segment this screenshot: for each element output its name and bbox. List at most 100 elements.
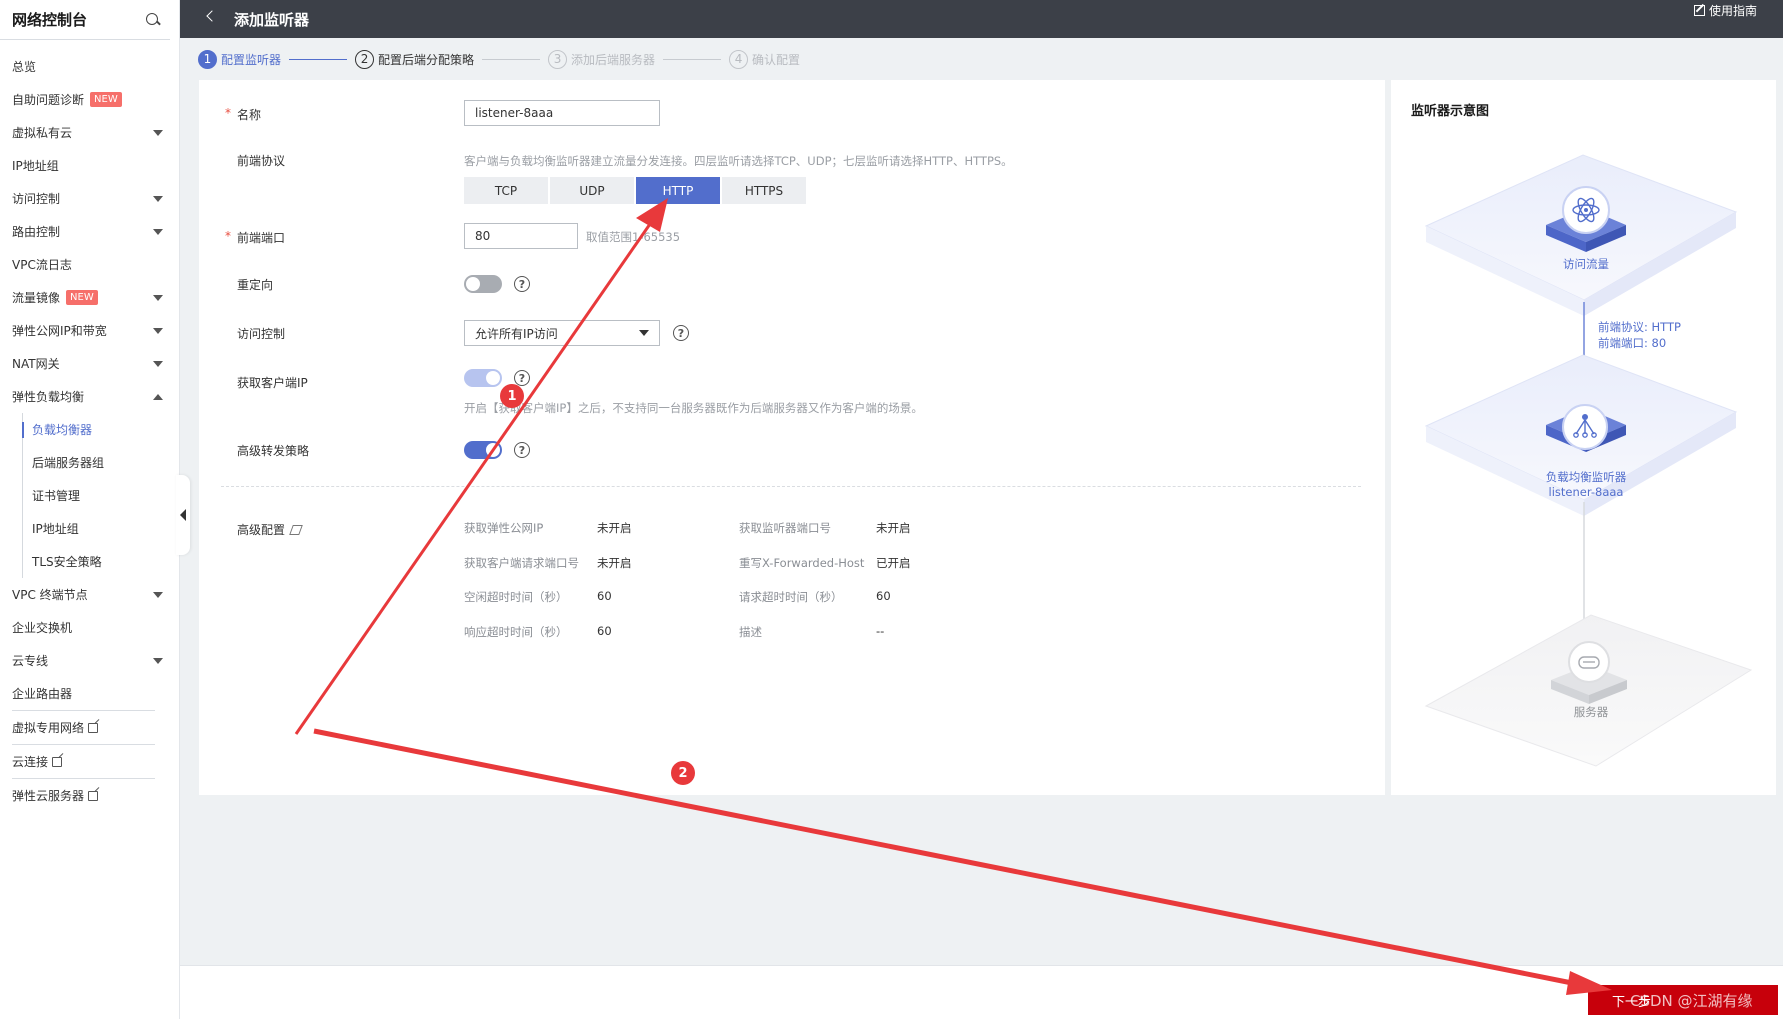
advanced-config-value: 60 [597,589,612,603]
watermark: CSDN @江湖有缘 [1630,992,1753,1010]
chevron-up-icon [153,393,163,400]
sidebar-item-label: 弹性云服务器 [12,789,85,803]
advanced-config-key: 请求超时时间（秒） [739,590,843,604]
access-control-select[interactable]: 允许所有IP访问 [464,320,660,346]
sidebar-item-8[interactable]: 弹性公网IP和带宽 [0,314,179,347]
sidebar-item-4[interactable]: 访问控制 [0,182,179,215]
sidebar-external-link-0[interactable]: 虚拟专用网络 [0,711,179,744]
advanced-config-key: 空闲超时时间（秒） [464,590,568,604]
protocol-tcp-button[interactable]: TCP [464,177,548,204]
sidebar-item-label-wrap: 企业路由器 [12,685,72,702]
sidebar-item-label: 弹性公网IP和带宽 [12,324,107,338]
sidebar-item-label: IP地址组 [12,159,59,173]
search-icon[interactable] [146,12,160,27]
sidebar-subitem-0[interactable]: 负载均衡器 [23,413,179,446]
sidebar-item-label-wrap: VPC流日志 [12,256,72,273]
sidebar-item-6[interactable]: VPC流日志 [0,248,179,281]
guide-link[interactable]: 使用指南 [1693,2,1757,19]
sidebar-item-after-3[interactable]: 企业路由器 [0,677,179,710]
sidebar-item-7[interactable]: 流量镜像 NEW [0,281,179,314]
sidebar-item-label: 弹性负载均衡 [12,390,85,404]
step-label: 配置后端分配策略 [378,52,475,67]
help-icon[interactable]: ? [514,442,530,458]
sidebar-item-1[interactable]: 自助问题诊断 NEW [0,83,179,116]
sidebar-item-label: 云连接 [12,755,49,769]
sidebar-external-link-1[interactable]: 云连接 [0,745,179,778]
client-ip-hint: 开启【获取客户端IP】之后，不支持同一台服务器既作为后端服务器又作为客户端的场景… [464,401,923,415]
sidebar-item-0[interactable]: 总览 [0,50,179,83]
redirect-toggle[interactable] [464,275,502,293]
help-icon[interactable]: ? [514,370,530,386]
sidebar-subitem-1[interactable]: 后端服务器组 [23,446,179,479]
edit-pencil-icon[interactable] [289,524,303,535]
step-label: 确认配置 [752,52,801,67]
new-badge: NEW [90,92,122,107]
port-label: * 前端端口 [225,229,286,245]
sidebar-item-label: 访问控制 [12,192,61,206]
sidebar-item-label-wrap: 弹性公网IP和带宽 [12,322,107,339]
sidebar-item-5[interactable]: 路由控制 [0,215,179,248]
external-link-icon [52,756,63,767]
step-number: 2 [355,49,375,69]
sidebar-item-label-wrap: 自助问题诊断 NEW [12,91,122,108]
advanced-config-value: 未开启 [597,555,632,570]
required-mark: * [225,106,231,120]
advanced-policy-label: 高级转发策略 [237,444,310,458]
sidebar-item-label: NAT网关 [12,357,60,371]
port-input[interactable]: 80 [464,223,578,249]
protocol-https-button[interactable]: HTTPS [722,177,806,204]
advanced-config-value: -- [876,623,885,638]
advanced-config-key: 重写X-Forwarded-Host [739,555,865,570]
step-1: 1 配置监听器 [198,49,281,69]
sidebar-subitem-2[interactable]: 证书管理 [23,479,179,512]
sidebar: 网络控制台 总览 自助问题诊断 NEW 虚拟私有云 IP地址组 访问控制 路由控制 VPC流日… [0,0,180,1019]
step-number: 4 [729,49,749,69]
port-hint: 取值范围1-65535 [586,230,681,244]
edit-note-icon [1693,5,1705,16]
sidebar-subitem-4[interactable]: TLS安全策略 [23,545,179,578]
sidebar-item-label-wrap: 弹性负载均衡 [12,388,84,405]
chevron-down-icon [153,294,163,301]
sidebar-item-3[interactable]: IP地址组 [0,149,179,182]
chevron-down-icon [153,360,163,367]
sidebar-item-label-wrap: 云专线 [12,652,48,669]
advanced-config-value: 未开启 [876,521,911,535]
sidebar-subitem-3[interactable]: IP地址组 [23,512,179,545]
sidebar-item-label: 云专线 [12,654,49,668]
step-4: 4 确认配置 [729,49,801,69]
client-ip-toggle[interactable] [464,369,502,387]
chevron-down-icon [153,195,163,202]
protocol-udp-button[interactable]: UDP [550,177,634,204]
sidebar-item-label: 企业交换机 [12,621,73,635]
advanced-policy-toggle[interactable] [464,441,502,459]
protocol-selector: TCP UDP HTTP HTTPS [464,177,806,204]
sidebar-item-2[interactable]: 虚拟私有云 [0,116,179,149]
protocol-hint: 客户端与负载均衡监听器建立流量分发连接。四层监听请选择TCP、UDP；七层监听请… [464,154,1013,168]
help-icon[interactable]: ? [673,325,689,341]
help-icon[interactable]: ? [514,276,530,292]
chevron-down-icon [639,330,649,336]
access-control-value: 允许所有IP访问 [475,326,558,341]
sidebar-item-after-1[interactable]: 企业交换机 [0,611,179,644]
sidebar-item-after-0[interactable]: VPC 终端节点 [0,578,179,611]
guide-label: 使用指南 [1708,4,1757,18]
diagram-port: 前端端口: 80 [1598,336,1667,350]
sidebar-item-after-2[interactable]: 云专线 [0,644,179,677]
sidebar-item-label: 自助问题诊断 [12,93,85,107]
sidebar-item-10[interactable]: 弹性负载均衡 [0,380,179,413]
back-arrow-icon[interactable] [198,4,228,34]
protocol-http-button[interactable]: HTTP [636,177,720,204]
step-3: 3 添加后端服务器 [548,49,655,69]
sidebar-item-9[interactable]: NAT网关 [0,347,179,380]
chevron-down-icon [153,129,163,136]
sidebar-item-label: 虚拟私有云 [12,126,73,140]
advanced-config-key: 获取客户端请求端口号 [464,555,579,570]
sidebar-item-label-wrap: VPC 终端节点 [12,586,88,603]
required-mark: * [225,229,231,243]
protocol-label: 前端协议 [237,154,286,168]
sidebar-external-link-2[interactable]: 弹性云服务器 [0,779,179,812]
external-link-icon [88,790,99,801]
sidebar-collapse-handle[interactable] [176,475,190,555]
name-input[interactable]: listener-8aaa [464,100,660,126]
client-ip-label: 获取客户端IP [237,376,308,390]
